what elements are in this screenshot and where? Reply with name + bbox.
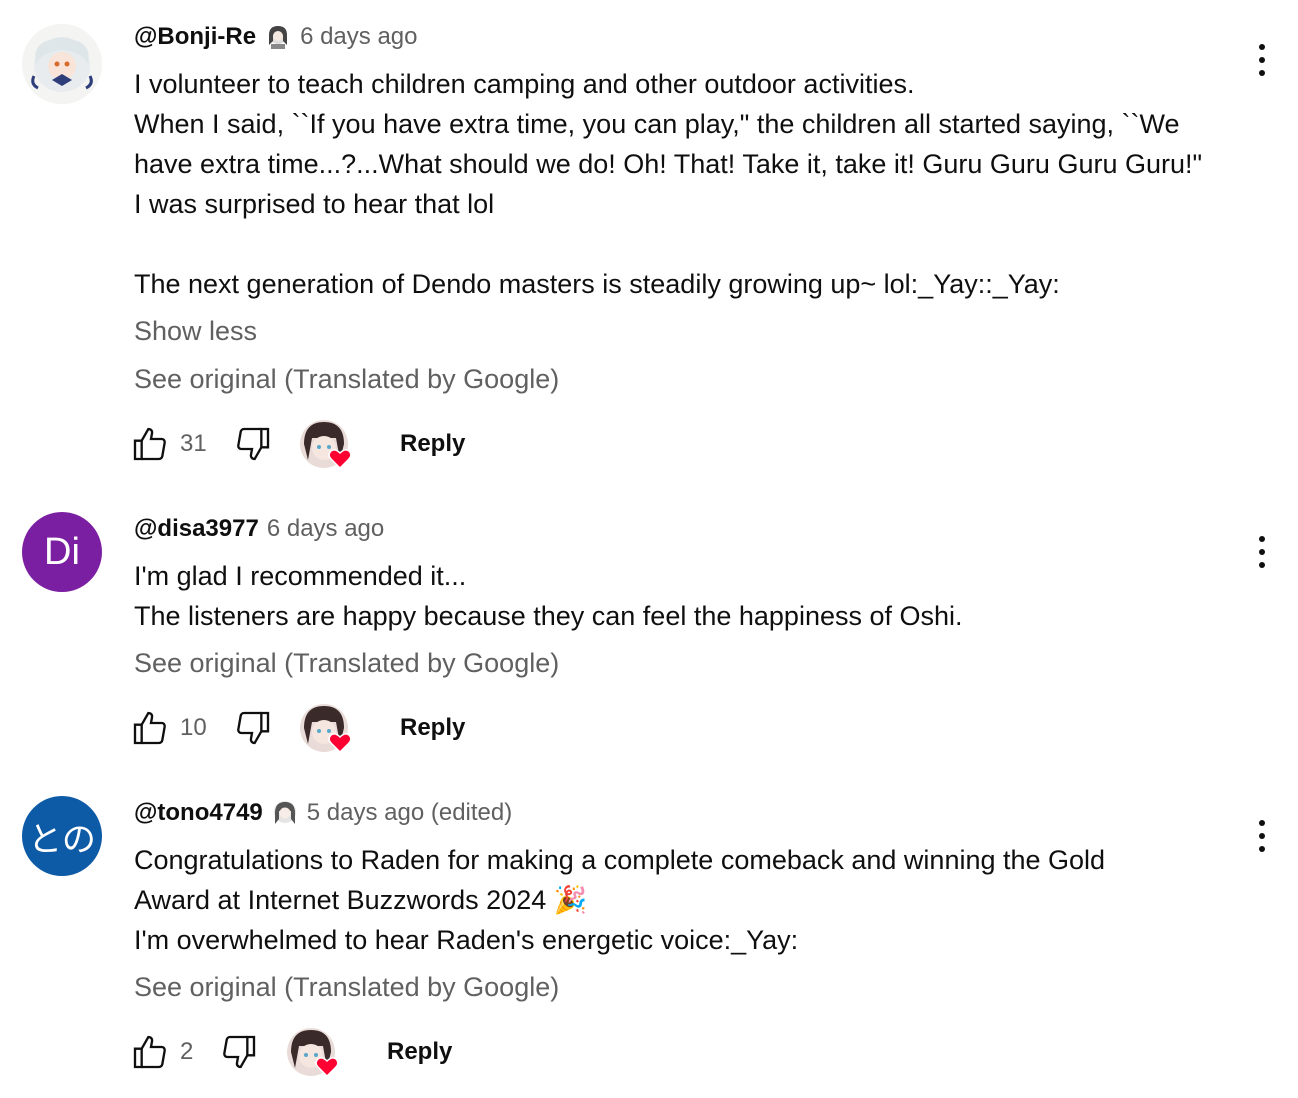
comment-line: Award at Internet Buzzwords 2024 🎉	[134, 885, 588, 915]
member-badge-icon	[264, 23, 292, 51]
comment-header: @tono4749 5 days ago (edited)	[134, 798, 512, 828]
avatar-letters: Di	[44, 530, 80, 573]
comment-actions: 10	[130, 703, 273, 753]
like-count: 2	[180, 1038, 194, 1065]
comment-line: Congratulations to Raden for making a co…	[134, 845, 1106, 875]
comment-line: When I said, ``If you have extra time, y…	[134, 109, 1180, 139]
comment-timestamp[interactable]: 5 days ago (edited)	[307, 799, 512, 827]
comment-line: have extra time...?...What should we do!…	[134, 149, 1203, 179]
avatar-letters: との	[28, 820, 96, 859]
thumb-down-icon[interactable]	[233, 708, 273, 748]
comment-text: Congratulations to Raden for making a co…	[134, 840, 1224, 960]
comment-actions: 2	[130, 1027, 259, 1077]
comment-line: I'm overwhelmed to hear Raden's energeti…	[134, 925, 799, 955]
comment-line: The next generation of Dendo masters is …	[134, 269, 1060, 299]
like-count: 31	[180, 430, 207, 457]
more-vert-icon[interactable]	[1246, 816, 1278, 856]
avatar[interactable]: との	[22, 796, 102, 876]
comment-header: @Bonji-Re 6 days ago	[134, 22, 417, 52]
show-less-button[interactable]: Show less	[134, 316, 257, 347]
thumb-up-icon[interactable]	[130, 424, 170, 464]
thumb-down-icon[interactable]	[219, 1032, 259, 1072]
comment-header: @disa3977 6 days ago	[134, 514, 384, 544]
creator-heart-icon	[287, 1028, 339, 1078]
author-name[interactable]: @disa3977	[134, 515, 259, 543]
member-badge-icon	[271, 799, 299, 827]
comment-actions: 31	[130, 419, 273, 469]
reply-button[interactable]: Reply	[387, 1038, 452, 1066]
author-name[interactable]: @tono4749	[134, 799, 263, 827]
more-vert-icon[interactable]	[1246, 532, 1278, 572]
comment-timestamp[interactable]: 6 days ago	[267, 515, 384, 543]
see-original-button[interactable]: See original (Translated by Google)	[134, 364, 559, 395]
comment-text: I volunteer to teach children camping an…	[134, 64, 1224, 304]
thumb-down-icon[interactable]	[233, 424, 273, 464]
comment-line: I was surprised to hear that lol	[134, 189, 495, 219]
comment-line	[134, 224, 1224, 264]
avatar[interactable]	[22, 24, 102, 104]
comment-line: I'm glad I recommended it...	[134, 561, 467, 591]
reply-button[interactable]: Reply	[400, 430, 465, 458]
comment-line: I volunteer to teach children camping an…	[134, 69, 915, 99]
like-count: 10	[180, 714, 207, 741]
creator-heart-icon	[300, 420, 352, 470]
thumb-up-icon[interactable]	[130, 708, 170, 748]
anime-avatar-icon	[22, 24, 102, 104]
comment-text: I'm glad I recommended it... The listene…	[134, 556, 1224, 636]
more-vert-icon[interactable]	[1246, 40, 1278, 80]
creator-heart-icon	[300, 704, 352, 754]
comment-timestamp[interactable]: 6 days ago	[300, 23, 417, 51]
avatar[interactable]: Di	[22, 512, 102, 592]
thumb-up-icon[interactable]	[130, 1032, 170, 1072]
see-original-button[interactable]: See original (Translated by Google)	[134, 648, 559, 679]
see-original-button[interactable]: See original (Translated by Google)	[134, 972, 559, 1003]
reply-button[interactable]: Reply	[400, 714, 465, 742]
author-name[interactable]: @Bonji-Re	[134, 23, 256, 51]
comment-line: The listeners are happy because they can…	[134, 601, 963, 631]
